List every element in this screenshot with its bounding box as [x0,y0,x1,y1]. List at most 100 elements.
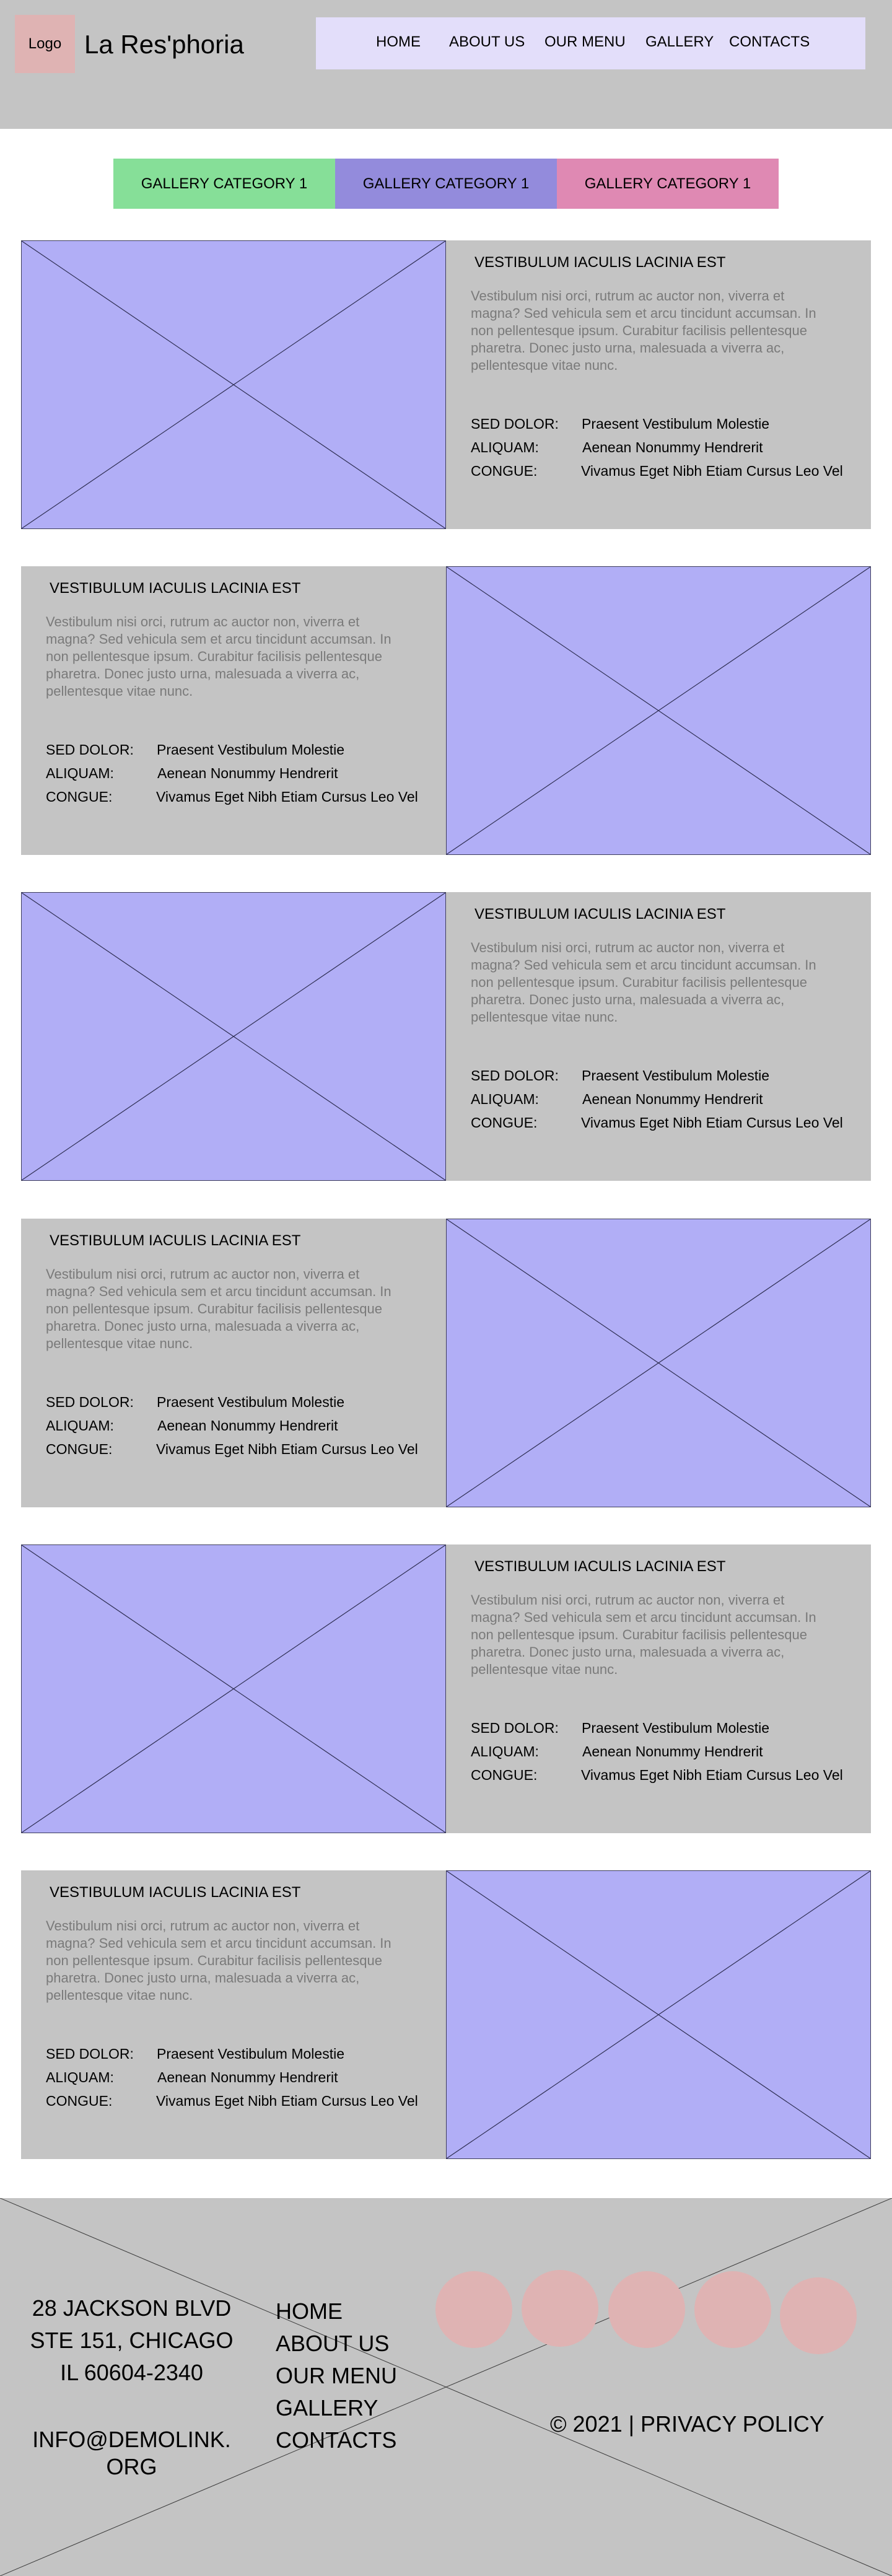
footer-address: 28 JACKSON BLVD STE 151, CHICAGO IL 6060… [19,2292,245,2389]
image-placeholder-cross [447,567,870,854]
meta-label: ALIQUAM: [471,1743,539,1759]
image-placeholder-cross [22,241,445,528]
meta-label: CONGUE: [46,789,113,805]
main-nav: HOME ABOUT US OUR MENU GALLERY CONTACTS [316,17,865,69]
meta-label: SED DOLOR: [46,742,134,758]
nav-item-our-menu[interactable]: OUR MENU [544,17,626,69]
meta-value: Aenean Nonummy Hendrerit [157,2069,338,2085]
meta-label: ALIQUAM: [46,2069,114,2085]
image-placeholder[interactable] [446,1219,871,1507]
nav-item-home[interactable]: HOME [376,17,421,69]
image-placeholder-cross [447,1219,870,1507]
logo-label: Logo [28,35,62,52]
social-icon-2[interactable] [522,2270,598,2347]
meta-value: Aenean Nonummy Hendrerit [582,439,763,455]
image-placeholder-cross [22,1545,445,1833]
tab-label: GALLERY CATEGORY 1 [141,175,308,192]
social-icon-4[interactable] [694,2271,771,2348]
item-description: Vestibulum nisi orci, rutrum ac auctor n… [46,1918,391,2003]
meta-value: Praesent Vestibulum Molestie [582,1720,769,1736]
footer-nav-home[interactable]: HOME [276,2298,343,2324]
tab-label: GALLERY CATEGORY 1 [584,175,751,192]
item-title: VESTIBULUM IACULIS LACINIA EST [50,580,301,597]
gallery-row: VESTIBULUM IACULIS LACINIA EST Vestibulum… [21,240,871,529]
meta-value: Praesent Vestibulum Molestie [157,1394,344,1410]
address-line: STE 151, CHICAGO [30,2328,234,2353]
gallery-row: VESTIBULUM IACULIS LACINIA EST Vestibulum… [21,1870,871,2159]
meta-label: SED DOLOR: [471,1067,559,1084]
gallery-row: VESTIBULUM IACULIS LACINIA EST Vestibulum… [21,892,871,1181]
image-placeholder[interactable] [21,892,446,1181]
tab-gallery-category-1[interactable]: GALLERY CATEGORY 1 [113,159,335,209]
item-description: Vestibulum nisi orci, rutrum ac auctor n… [471,1592,816,1677]
meta-value: Vivamus Eget Nibh Etiam Cursus Leo Vel [581,1115,843,1131]
meta-value: Vivamus Eget Nibh Etiam Cursus Leo Vel [581,463,843,479]
logo[interactable]: Logo [15,15,75,73]
item-content: VESTIBULUM IACULIS LACINIA EST Vestibulum… [446,240,871,529]
footer-nav-gallery[interactable]: GALLERY [276,2395,378,2421]
nav-item-gallery[interactable]: GALLERY [645,17,714,69]
meta-label: ALIQUAM: [471,439,539,455]
gallery-row: VESTIBULUM IACULIS LACINIA EST Vestibulum… [21,566,871,855]
item-title: VESTIBULUM IACULIS LACINIA EST [474,906,726,922]
meta-value: Aenean Nonummy Hendrerit [157,765,338,781]
site-header: Logo La Res'phoria HOME ABOUT US OUR MEN… [0,0,892,129]
meta-value: Vivamus Eget Nibh Etiam Cursus Leo Vel [156,2093,418,2109]
meta-label: CONGUE: [471,1767,538,1783]
tab-gallery-category-2[interactable]: GALLERY CATEGORY 1 [335,159,557,209]
meta-label: CONGUE: [46,2093,113,2109]
item-content: VESTIBULUM IACULIS LACINIA EST Vestibulum… [21,566,446,855]
image-placeholder[interactable] [446,566,871,855]
meta-value: Praesent Vestibulum Molestie [582,1067,769,1084]
gallery-row: VESTIBULUM IACULIS LACINIA EST Vestibulum… [21,1544,871,1833]
meta-value: Aenean Nonummy Hendrerit [582,1743,763,1759]
meta-label: SED DOLOR: [471,1720,559,1736]
nav-item-about-us[interactable]: ABOUT US [449,17,525,69]
image-placeholder[interactable] [446,1870,871,2159]
item-content: VESTIBULUM IACULIS LACINIA EST Vestibulum… [21,1219,446,1507]
meta-label: ALIQUAM: [46,1417,114,1434]
meta-value: Praesent Vestibulum Molestie [157,2046,344,2062]
meta-value: Praesent Vestibulum Molestie [157,742,344,758]
item-content: VESTIBULUM IACULIS LACINIA EST Vestibulum… [446,1544,871,1833]
tab-label: GALLERY CATEGORY 1 [362,175,530,192]
item-description: Vestibulum nisi orci, rutrum ac auctor n… [46,614,391,699]
image-placeholder[interactable] [21,240,446,529]
item-title: VESTIBULUM IACULIS LACINIA EST [474,1558,726,1575]
site-name[interactable]: La Res'phoria [84,30,244,59]
meta-label: SED DOLOR: [46,2046,134,2062]
tab-gallery-category-3[interactable]: GALLERY CATEGORY 1 [557,159,779,209]
item-title: VESTIBULUM IACULIS LACINIA EST [474,254,726,271]
social-icon-3[interactable] [608,2271,685,2348]
meta-value: Aenean Nonummy Hendrerit [157,1417,338,1434]
meta-value: Vivamus Eget Nibh Etiam Cursus Leo Vel [581,1767,843,1783]
site-footer: 28 JACKSON BLVD STE 151, CHICAGO IL 6060… [0,2198,892,2576]
meta-label: CONGUE: [46,1441,113,1457]
address-line: 28 JACKSON BLVD [32,2295,232,2321]
meta-label: CONGUE: [471,1115,538,1131]
meta-value: Praesent Vestibulum Molestie [582,416,769,432]
footer-nav-our-menu[interactable]: OUR MENU [276,2363,397,2389]
meta-value: Vivamus Eget Nibh Etiam Cursus Leo Vel [156,789,418,805]
image-placeholder[interactable] [21,1544,446,1833]
footer-email[interactable]: INFO@DEMOLINK. ORG [19,2426,245,2481]
meta-label: ALIQUAM: [46,765,114,781]
gallery-row: VESTIBULUM IACULIS LACINIA EST Vestibulum… [21,1219,871,1507]
nav-item-contacts[interactable]: CONTACTS [729,17,810,69]
footer-nav-contacts[interactable]: CONTACTS [276,2427,396,2453]
meta-label: CONGUE: [471,463,538,479]
copyright[interactable]: © 2021 | PRIVACY POLICY [550,2411,824,2437]
footer-nav-about-us[interactable]: ABOUT US [276,2331,389,2357]
item-title: VESTIBULUM IACULIS LACINIA EST [50,1232,301,1249]
social-icon-5[interactable] [780,2277,857,2354]
image-placeholder-cross [22,893,445,1180]
image-placeholder-cross [447,1871,870,2158]
meta-label: SED DOLOR: [471,416,559,432]
item-title: VESTIBULUM IACULIS LACINIA EST [50,1884,301,1901]
meta-label: SED DOLOR: [46,1394,134,1410]
address-line: IL 60604-2340 [60,2360,203,2385]
item-description: Vestibulum nisi orci, rutrum ac auctor n… [471,940,816,1025]
item-content: VESTIBULUM IACULIS LACINIA EST Vestibulum… [21,1870,446,2159]
social-icon-1[interactable] [435,2271,512,2348]
item-content: VESTIBULUM IACULIS LACINIA EST Vestibulum… [446,892,871,1181]
